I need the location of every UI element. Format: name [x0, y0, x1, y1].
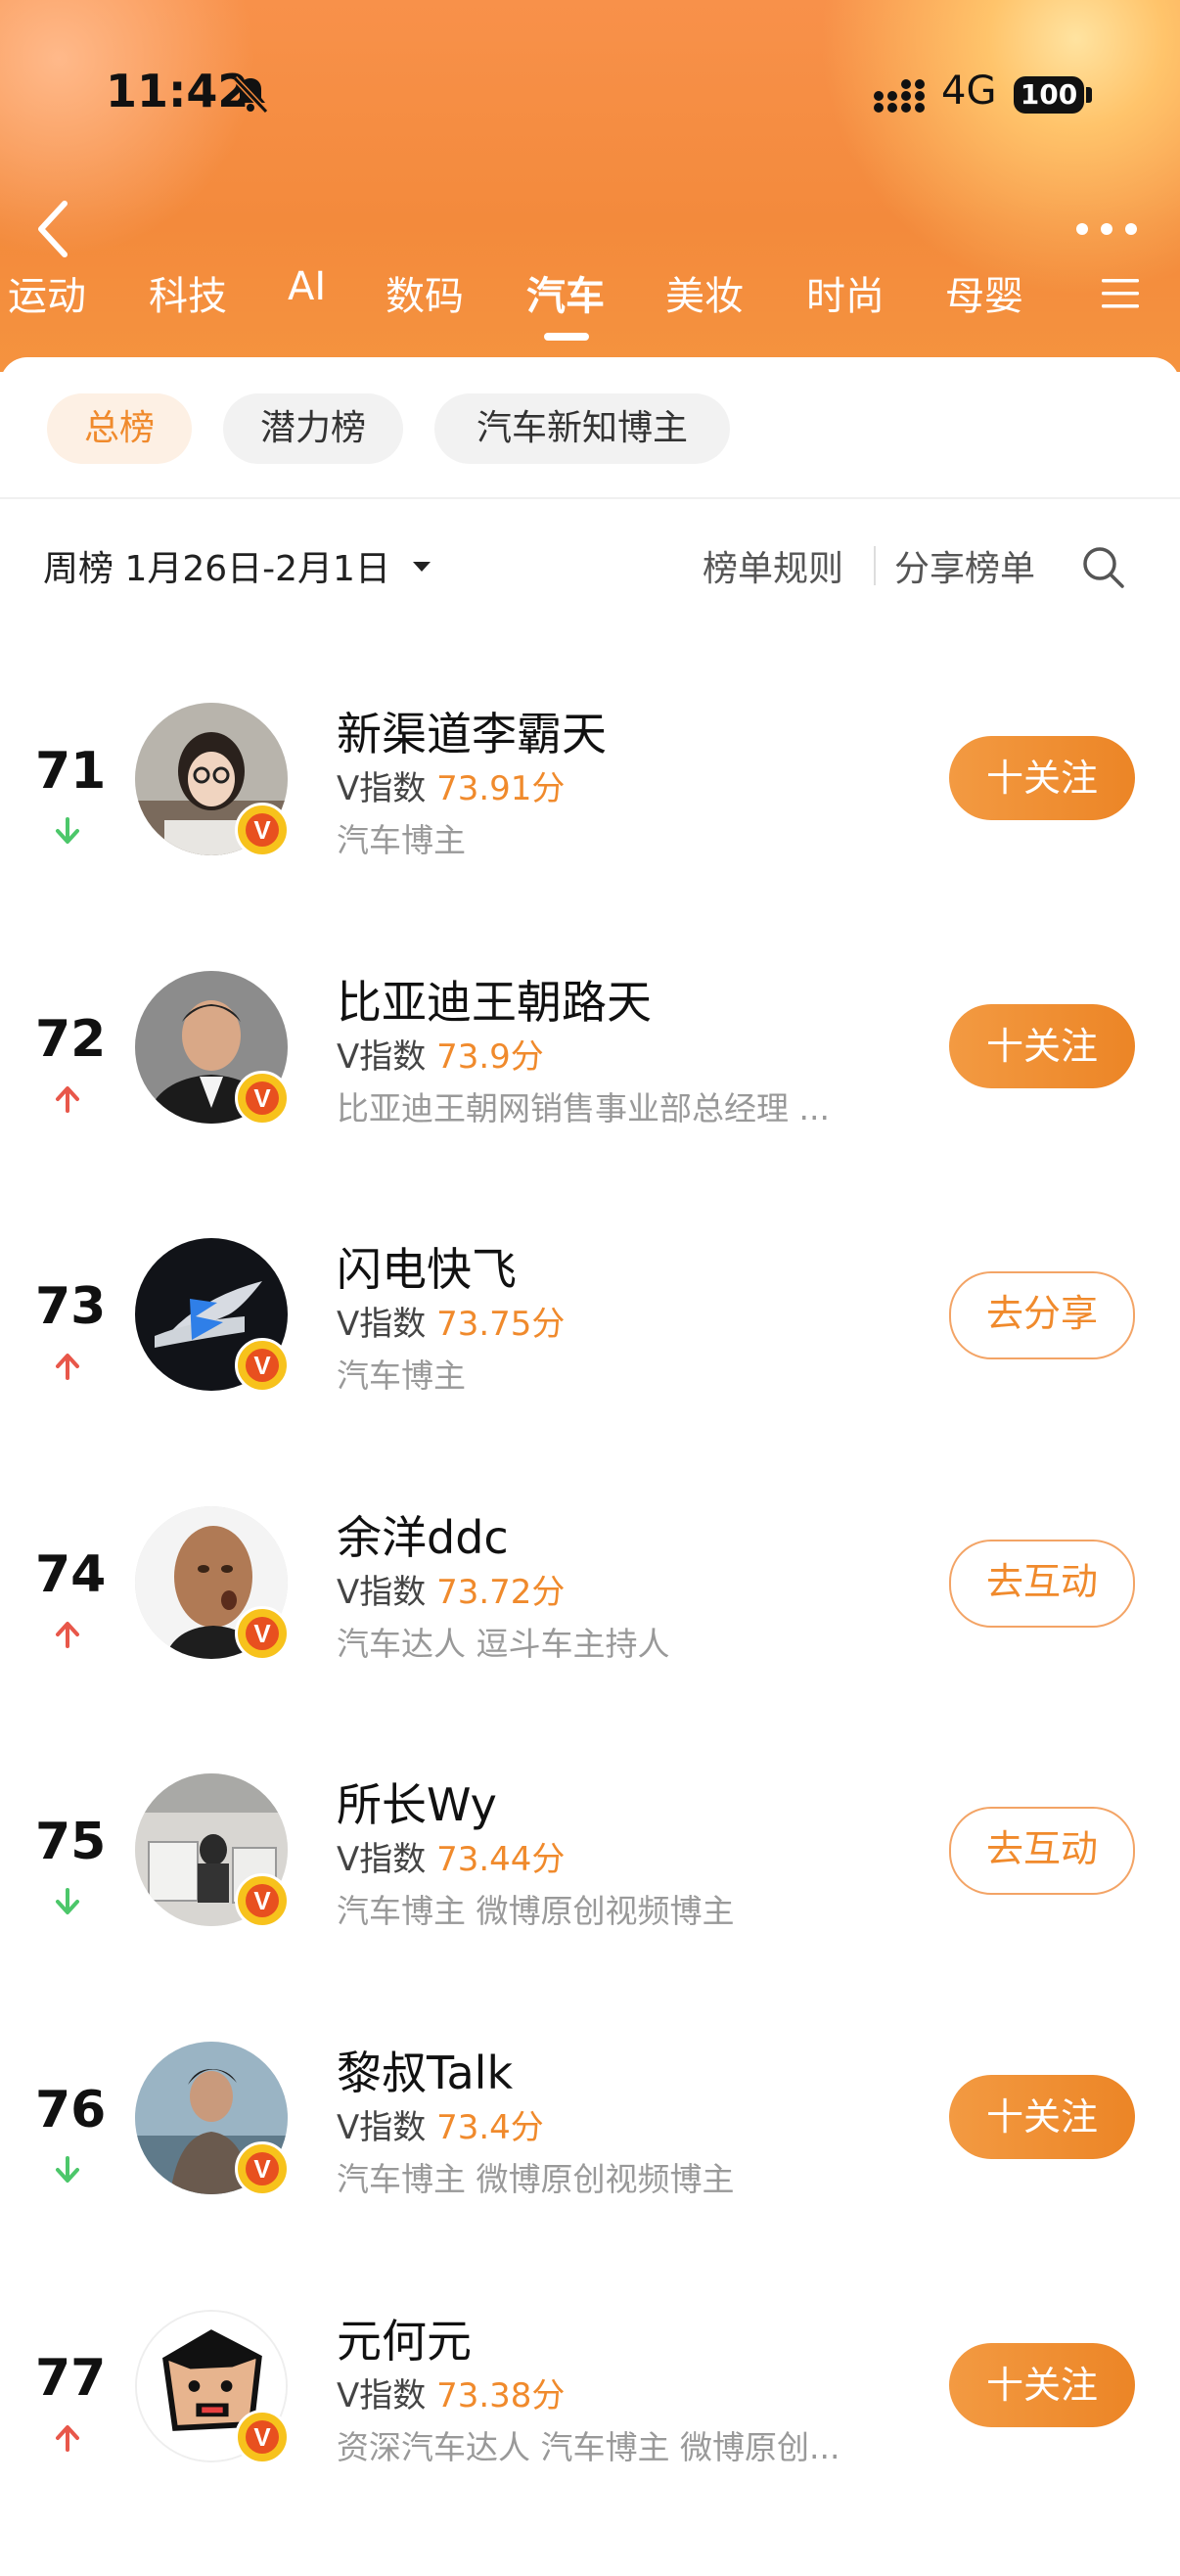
rank-number: 75 — [35, 1813, 107, 1871]
week-selector[interactable]: 周榜 1月26日-2月1日 — [43, 540, 390, 591]
trend-up-icon — [56, 1622, 79, 1648]
v-index: V指数 73.4分 — [337, 2108, 544, 2147]
ranking-rules-link[interactable]: 榜单规则 — [703, 540, 843, 591]
chip-potential[interactable]: 潜力榜 — [223, 393, 403, 464]
battery-cap — [1086, 87, 1092, 103]
user-name[interactable]: 黎叔Talk — [337, 2038, 513, 2102]
v-index: V指数 73.72分 — [337, 1573, 566, 1612]
follow-button[interactable]: 十关注 — [949, 2343, 1135, 2427]
rank-number: 76 — [35, 2081, 107, 2139]
follow-button[interactable]: 十关注 — [949, 2075, 1135, 2159]
user-name[interactable]: 余洋ddc — [337, 1502, 509, 1567]
tab-ai[interactable]: AI — [288, 264, 326, 309]
battery-indicator: 100 — [1014, 76, 1084, 114]
list-item[interactable]: 74 V 余洋ddc V指数 73.72分 汽车达人 逗斗车主持人 去互动 — [0, 1506, 1180, 1772]
rank-number: 73 — [35, 1277, 107, 1336]
user-description: 汽车达人 逗斗车主持人 — [337, 1625, 670, 1663]
v-index-score: 73.4分 — [436, 2108, 544, 2147]
v-index-score: 73.75分 — [436, 1305, 566, 1344]
rank-number: 74 — [35, 1545, 107, 1604]
trend-up-icon — [56, 1086, 79, 1113]
user-description: 汽车博主 微博原创视频博主 — [337, 2160, 735, 2198]
follow-button[interactable]: 十关注 — [949, 736, 1135, 820]
v-index-score: 73.91分 — [436, 769, 566, 808]
rank-number: 71 — [35, 742, 107, 801]
trend-down-icon — [56, 817, 79, 844]
verified-badge: V — [235, 1071, 290, 1126]
caret-down-icon[interactable] — [411, 560, 432, 574]
list-item[interactable]: 76 V 黎叔Talk V指数 73.4分 汽车博主 微博原创视频博主 十关注 — [0, 2042, 1180, 2308]
tab-auto[interactable]: 汽车 — [526, 264, 605, 321]
signal-icon — [874, 79, 925, 113]
list-item[interactable]: 75 V 所长Wy V指数 73.44分 汽车博主 微博原创视频博主 去互动 — [0, 1773, 1180, 2040]
trend-down-icon — [56, 1888, 79, 1914]
trend-up-icon — [56, 1354, 79, 1380]
tab-maternity[interactable]: 母婴 — [945, 264, 1023, 321]
rank-number: 72 — [35, 1010, 107, 1069]
rank-number: 77 — [35, 2349, 107, 2408]
tab-beauty[interactable]: 美妆 — [665, 264, 744, 321]
v-index-score: 73.38分 — [436, 2376, 566, 2415]
trend-up-icon — [56, 2425, 79, 2452]
interact-button[interactable]: 去互动 — [949, 1540, 1135, 1628]
user-name[interactable]: 新渠道李霸天 — [337, 699, 607, 763]
share-button[interactable]: 去分享 — [949, 1271, 1135, 1359]
tab-sports[interactable]: 运动 — [8, 264, 86, 321]
v-index: V指数 73.75分 — [337, 1305, 566, 1344]
menu-icon[interactable] — [1100, 276, 1141, 311]
verified-badge: V — [235, 1606, 290, 1661]
user-description: 比亚迪王朝网销售事业部总经理 ... — [337, 1089, 830, 1127]
v-index-score: 73.72分 — [436, 1573, 566, 1612]
toolbar-separator — [874, 546, 876, 585]
v-index-score: 73.9分 — [436, 1037, 544, 1077]
user-name[interactable]: 所长Wy — [337, 1770, 497, 1834]
tab-fashion[interactable]: 时尚 — [806, 264, 885, 321]
user-description: 汽车博主 微博原创视频博主 — [337, 1892, 735, 1930]
v-index-score: 73.44分 — [436, 1840, 566, 1879]
verified-badge: V — [235, 1873, 290, 1928]
list-item[interactable]: 71 V 新渠道李霸天 V指数 73.91分 汽车博主 十关注 — [0, 703, 1180, 969]
v-index: V指数 73.38分 — [337, 2376, 566, 2415]
divider — [0, 497, 1180, 499]
user-name[interactable]: 比亚迪王朝路天 — [337, 967, 652, 1032]
user-description: 汽车博主 — [337, 1357, 466, 1395]
tab-digital[interactable]: 数码 — [386, 264, 464, 321]
network-type: 4G — [941, 69, 997, 114]
user-name[interactable]: 闪电快飞 — [337, 1234, 517, 1299]
verified-badge: V — [235, 2410, 290, 2464]
user-name[interactable]: 元何元 — [337, 2306, 472, 2370]
chip-overall[interactable]: 总榜 — [47, 393, 192, 464]
back-arrow-icon[interactable] — [29, 196, 78, 262]
list-item[interactable]: 73 V 闪电快飞 V指数 73.75分 汽车博主 去分享 — [0, 1238, 1180, 1504]
bell-muted-icon — [232, 75, 269, 115]
list-item[interactable]: 72 V 比亚迪王朝路天 V指数 73.9分 比亚迪王朝网销售事业部总经理 ..… — [0, 971, 1180, 1237]
active-tab-indicator — [544, 333, 589, 341]
category-tabs: 运动 科技 AI 数码 汽车 美妆 时尚 母婴 — [0, 264, 1180, 333]
v-index: V指数 73.44分 — [337, 1840, 566, 1879]
verified-badge: V — [235, 2141, 290, 2196]
status-time: 11:42 — [106, 65, 250, 117]
more-options-icon[interactable] — [1074, 221, 1139, 237]
share-ranking-link[interactable]: 分享榜单 — [894, 540, 1035, 591]
list-item[interactable]: 77 V 元何元 V指数 73.38分 资深汽车达人 汽车博主 微博原创... … — [0, 2310, 1180, 2576]
chip-auto-knowledge[interactable]: 汽车新知博主 — [434, 393, 730, 464]
follow-button[interactable]: 十关注 — [949, 1004, 1135, 1088]
trend-down-icon — [56, 2156, 79, 2183]
v-index: V指数 73.91分 — [337, 769, 566, 808]
user-description: 汽车博主 — [337, 821, 466, 859]
interact-button[interactable]: 去互动 — [949, 1807, 1135, 1895]
search-icon[interactable] — [1080, 544, 1125, 589]
verified-badge: V — [235, 803, 290, 857]
user-description: 资深汽车达人 汽车博主 微博原创... — [337, 2428, 840, 2466]
verified-badge: V — [235, 1338, 290, 1393]
tab-tech[interactable]: 科技 — [149, 264, 227, 321]
v-index: V指数 73.9分 — [337, 1037, 544, 1077]
